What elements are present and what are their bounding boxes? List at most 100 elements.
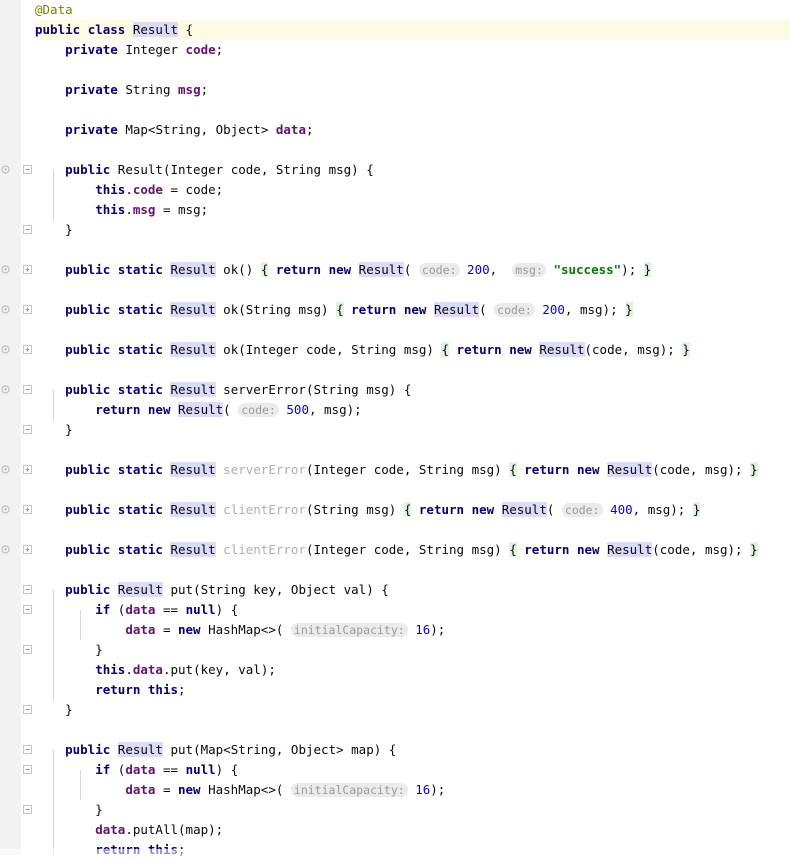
kw-static: static — [117, 462, 163, 477]
ctor-Result: Result — [433, 302, 480, 317]
code-line[interactable]: @Data — [35, 0, 73, 20]
method-ok: ok — [223, 342, 239, 357]
code-line[interactable]: public static Result serverError(Integer… — [35, 460, 758, 480]
code-line[interactable]: } — [35, 640, 103, 660]
code-line[interactable]: public Result(Integer code, String msg) … — [35, 160, 374, 180]
kw-public: public — [65, 542, 111, 557]
field-data: data — [275, 122, 306, 137]
kw-new: new — [328, 262, 352, 277]
fold-minus-icon[interactable] — [23, 745, 32, 754]
num-500: 500 — [286, 402, 309, 417]
kw-new: new — [178, 622, 201, 637]
editor-gutter[interactable] — [0, 0, 22, 855]
kw-public: public — [35, 22, 81, 37]
fold-plus-icon[interactable] — [23, 505, 32, 514]
code-line[interactable]: if (data == null) { — [35, 760, 238, 780]
code-line[interactable]: return new Result( code: 500, msg); — [35, 400, 362, 420]
fold-minus-icon[interactable] — [23, 165, 32, 174]
code-line[interactable]: this.msg = msg; — [35, 200, 208, 220]
fold-minus-icon[interactable] — [23, 225, 32, 234]
kw-public: public — [65, 162, 111, 177]
code-line[interactable]: public static Result ok(Integer code, St… — [35, 340, 690, 360]
field-data: data — [125, 782, 156, 797]
code-line[interactable]: public static Result clientError(String … — [35, 500, 701, 520]
ctor-Result: Result — [539, 342, 585, 357]
code-line[interactable]: } — [35, 220, 73, 240]
code-line[interactable]: data = new HashMap<>( initialCapacity: 1… — [35, 780, 445, 800]
code-line[interactable]: } — [35, 700, 73, 720]
method-usage-icon[interactable] — [1, 345, 10, 354]
fold-plus-icon[interactable] — [23, 465, 32, 474]
method-usage-icon[interactable] — [1, 385, 10, 394]
method-usage-icon[interactable] — [1, 305, 10, 314]
fold-plus-icon[interactable] — [23, 305, 32, 314]
kw-static: static — [117, 502, 163, 517]
fold-minus-icon[interactable] — [23, 425, 32, 434]
code-editor[interactable]: @Data public class Result { private Inte… — [0, 0, 790, 857]
fold-minus-icon[interactable] — [23, 585, 32, 594]
return-type-Result: Result — [170, 342, 216, 357]
inlay-hint-code: code: — [238, 403, 279, 417]
fold-minus-icon[interactable] — [23, 605, 32, 614]
fold-minus-icon[interactable] — [23, 705, 32, 714]
num-400: 400 — [610, 502, 633, 517]
code-line[interactable]: public Result put(String key, Object val… — [35, 580, 389, 600]
param-msg: msg — [366, 382, 389, 397]
code-line[interactable]: data.putAll(map); — [35, 820, 223, 840]
fold-plus-icon[interactable] — [23, 265, 32, 274]
kw-new: new — [471, 502, 495, 517]
kw-return: return — [524, 462, 570, 477]
code-line[interactable]: private Map<String, Object> data; — [35, 120, 313, 140]
fold-minus-icon[interactable] — [23, 765, 32, 774]
type-Integer: Integer — [245, 342, 299, 357]
code-line[interactable]: } — [35, 800, 103, 820]
fold-plus-icon[interactable] — [23, 545, 32, 554]
type-String: String — [418, 462, 465, 477]
method-usage-icon[interactable] — [1, 265, 10, 274]
code-line[interactable]: } — [35, 420, 73, 440]
kw-public: public — [65, 262, 111, 277]
code-line[interactable]: return this; — [35, 680, 185, 700]
code-line[interactable]: private Integer code; — [35, 40, 223, 60]
kw-null: null — [185, 602, 216, 617]
ctor-Result: Result — [358, 262, 404, 277]
field-data: data — [95, 822, 126, 837]
fold-minus-icon[interactable] — [23, 385, 32, 394]
param-code: code — [592, 342, 623, 357]
code-line[interactable]: public static Result serverError(String … — [35, 380, 411, 400]
code-line[interactable]: public static Result clientError(Integer… — [35, 540, 758, 560]
method-usage-icon[interactable] — [1, 505, 10, 514]
field-code: code — [185, 42, 216, 57]
method-usage-icon[interactable] — [1, 545, 10, 554]
code-line[interactable]: data = new HashMap<>( initialCapacity: 1… — [35, 620, 445, 640]
kw-this: this — [147, 682, 179, 697]
kw-public: public — [65, 742, 111, 757]
code-line[interactable]: public Result put(Map<String, Object> ma… — [35, 740, 396, 760]
code-line-partial[interactable]: return this; — [35, 840, 185, 860]
param-msg: msg — [366, 502, 389, 517]
method-serverError-unused: serverError — [223, 462, 306, 477]
type-String: String — [125, 82, 171, 97]
field-code: code — [132, 182, 163, 197]
kw-public: public — [65, 382, 111, 397]
code-line[interactable]: this.code = code; — [35, 180, 223, 200]
num-16: 16 — [415, 622, 431, 637]
param-code: code — [373, 542, 404, 557]
method-usage-icon[interactable] — [1, 465, 10, 474]
fold-plus-icon[interactable] — [23, 345, 32, 354]
ctor-Result: Result — [178, 402, 224, 417]
field-msg: msg — [178, 82, 201, 97]
method-put: put — [170, 582, 194, 597]
code-content[interactable]: @Data public class Result { private Inte… — [35, 0, 790, 857]
return-type-Result: Result — [117, 742, 163, 757]
fold-minus-icon[interactable] — [23, 805, 32, 814]
code-line[interactable]: if (data == null) { — [35, 600, 238, 620]
method-usage-icon[interactable] — [1, 165, 10, 174]
return-type-Result: Result — [170, 542, 216, 557]
code-line[interactable]: public class Result { — [35, 20, 193, 40]
code-line[interactable]: private String msg; — [35, 80, 208, 100]
code-line[interactable]: public static Result ok() { return new R… — [35, 260, 652, 280]
code-line[interactable]: public static Result ok(String msg) { re… — [35, 300, 633, 320]
fold-minus-icon[interactable] — [23, 645, 32, 654]
code-line[interactable]: this.data.put(key, val); — [35, 660, 276, 680]
